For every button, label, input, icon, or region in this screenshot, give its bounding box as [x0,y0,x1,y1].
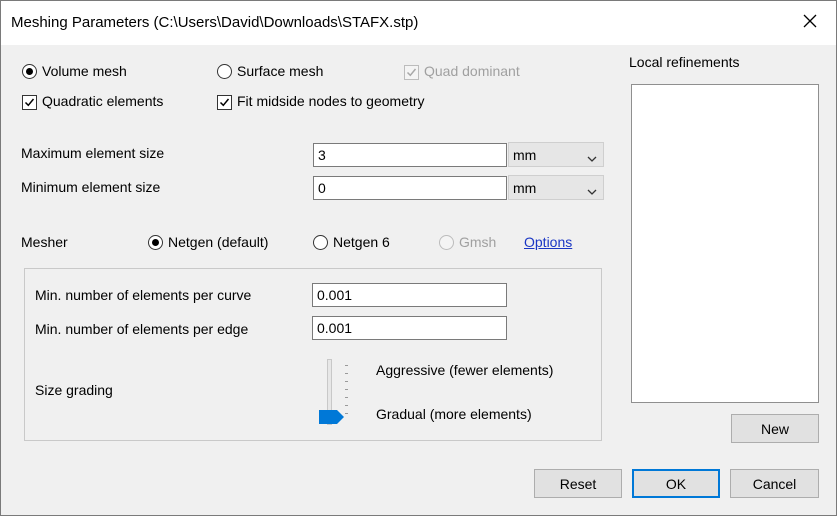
quad-dominant-label: Quad dominant [424,63,520,79]
min-element-size-unit-select[interactable]: mm [508,175,604,200]
fit-midside-label: Fit midside nodes to geometry [237,93,425,109]
gradual-label: Gradual (more elements) [376,406,532,422]
ok-button[interactable]: OK [632,469,720,498]
surface-mesh-radio[interactable] [217,64,232,79]
netgen-default-label: Netgen (default) [168,234,269,250]
cancel-button[interactable]: Cancel [730,469,819,498]
min-element-size-input[interactable]: 0 [313,176,507,200]
gmsh-radio[interactable] [439,235,454,250]
quadratic-elements-label: Quadratic elements [42,93,164,109]
slider-tick [345,373,348,374]
slider-tick [345,397,348,398]
local-refinements-list[interactable] [631,84,819,403]
title-bar: Meshing Parameters (C:\Users\David\Downl… [1,1,836,45]
max-element-size-label: Maximum element size [21,145,165,161]
volume-mesh-radio[interactable] [22,64,37,79]
mesher-label: Mesher [21,234,68,250]
min-element-size-label: Minimum element size [21,179,161,195]
meshing-parameters-dialog: Meshing Parameters (C:\Users\David\Downl… [0,0,837,516]
netgen6-label: Netgen 6 [333,234,390,250]
gmsh-label: Gmsh [459,234,497,250]
close-icon[interactable] [800,11,820,31]
netgen-default-radio[interactable] [148,235,163,250]
slider-tick [345,413,348,414]
max-element-size-unit-select[interactable]: mm [508,142,604,167]
aggressive-label: Aggressive (fewer elements) [376,362,554,378]
options-link[interactable]: Options [524,234,572,250]
fit-midside-checkbox[interactable] [217,95,232,110]
elements-per-curve-input[interactable]: 0.001 [312,283,507,307]
elements-per-edge-label: Min. number of elements per edge [35,321,249,337]
max-element-size-input[interactable]: 3 [313,143,507,167]
quad-dominant-checkbox[interactable] [404,65,419,80]
window-title: Meshing Parameters (C:\Users\David\Downl… [11,14,419,31]
max-unit-value: mm [513,147,537,163]
slider-tick [345,381,348,382]
elements-per-curve-label: Min. number of elements per curve [35,287,252,303]
chevron-down-icon [587,150,597,166]
slider-tick [345,365,348,366]
quadratic-elements-checkbox[interactable] [22,95,37,110]
reset-button[interactable]: Reset [534,469,622,498]
slider-tick [345,405,348,406]
slider-tick [345,389,348,390]
min-unit-value: mm [513,180,537,196]
local-refinements-label: Local refinements [629,54,740,70]
volume-mesh-label: Volume mesh [42,63,127,79]
surface-mesh-label: Surface mesh [237,63,324,79]
new-refinement-button[interactable]: New [731,414,819,443]
size-grading-label: Size grading [35,382,113,398]
size-grading-slider-thumb[interactable] [319,410,345,427]
elements-per-edge-input[interactable]: 0.001 [312,316,507,340]
chevron-down-icon [587,183,597,199]
netgen6-radio[interactable] [313,235,328,250]
